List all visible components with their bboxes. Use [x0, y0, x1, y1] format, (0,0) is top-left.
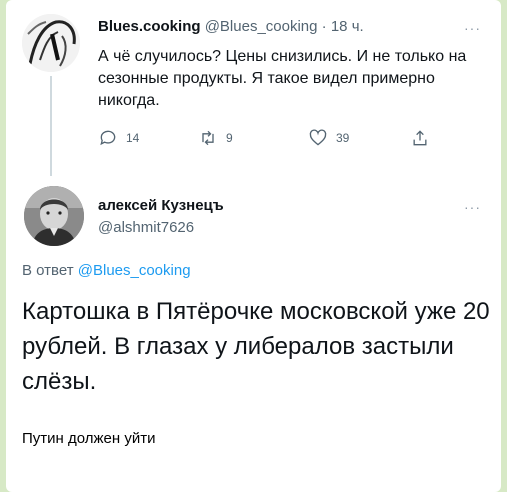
- chat-message-card: Blues.cooking @Blues_cooking · 18 ч. ···…: [6, 0, 501, 492]
- avatar-sketch-icon: [22, 14, 80, 72]
- like-button[interactable]: 39: [308, 128, 349, 148]
- retweet-icon: [202, 130, 214, 146]
- more-options-icon[interactable]: ···: [464, 20, 481, 36]
- author-name[interactable]: Blues.cooking: [98, 18, 201, 35]
- tweet-actions: 14 9 39: [98, 128, 458, 152]
- author-name[interactable]: алексей Кузнецъ: [98, 197, 224, 214]
- like-icon: [309, 129, 327, 146]
- retweet-button[interactable]: 9: [198, 128, 233, 148]
- more-options-icon[interactable]: ···: [464, 199, 481, 215]
- reply-button[interactable]: 14: [98, 128, 139, 148]
- retweet-count: 9: [226, 131, 233, 145]
- reply-handle-link[interactable]: @Blues_cooking: [78, 262, 191, 279]
- tweet-text: А чё случилось? Цены снизились. И не тол…: [98, 48, 467, 109]
- thread-line: [50, 76, 52, 176]
- reply-count: 14: [126, 131, 140, 145]
- avatar[interactable]: [22, 14, 80, 72]
- tweet-header: Blues.cooking @Blues_cooking · 18 ч.: [98, 18, 364, 35]
- reply-icon: [100, 130, 116, 146]
- avatar-photo-icon: [24, 186, 84, 246]
- tweet-time[interactable]: 18 ч.: [331, 18, 364, 35]
- author-handle[interactable]: @Blues_cooking: [205, 18, 318, 35]
- author-handle[interactable]: @alshmit7626: [98, 219, 194, 236]
- avatar[interactable]: [24, 186, 84, 246]
- tweet-text: Картошка в Пятёрочке московской уже 20 р…: [22, 298, 490, 395]
- reply-context: В ответ @Blues_cooking: [22, 262, 191, 279]
- reply-prefix: В ответ: [22, 262, 74, 279]
- like-count: 39: [336, 131, 350, 145]
- share-button[interactable]: [410, 128, 438, 148]
- message-caption: Путин должен уйти: [22, 430, 156, 447]
- share-icon: [413, 130, 427, 146]
- separator-dot: ·: [321, 18, 327, 35]
